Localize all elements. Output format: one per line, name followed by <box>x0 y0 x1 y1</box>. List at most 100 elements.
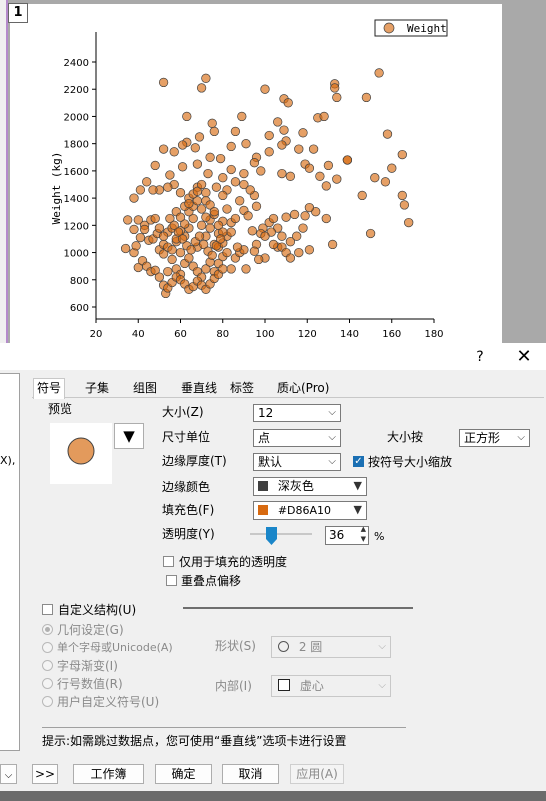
data-point[interactable] <box>327 239 338 250</box>
close-icon[interactable]: ✕ <box>512 346 536 368</box>
data-point[interactable] <box>399 200 410 210</box>
data-point[interactable] <box>321 213 331 224</box>
radio-geometric[interactable] <box>42 624 53 635</box>
data-point[interactable] <box>232 242 243 252</box>
cancel-button[interactable]: 取消 <box>222 764 279 784</box>
shape-combo[interactable]: 2 圆 ⌵ <box>271 636 391 658</box>
data-point[interactable] <box>184 253 194 263</box>
data-point[interactable] <box>298 223 308 233</box>
data-point[interactable] <box>218 264 228 274</box>
data-point[interactable] <box>123 215 133 225</box>
data-point[interactable] <box>323 160 334 171</box>
data-point[interactable] <box>321 181 331 191</box>
data-point[interactable] <box>158 144 169 154</box>
data-point[interactable] <box>319 111 329 122</box>
data-point[interactable] <box>226 164 236 175</box>
data-point[interactable] <box>196 83 207 93</box>
data-point[interactable] <box>211 182 222 192</box>
transparency-spinner[interactable]: 36 ▲ ▼ <box>325 524 369 545</box>
data-point[interactable] <box>129 224 139 235</box>
data-point[interactable] <box>239 168 249 179</box>
data-point[interactable] <box>298 128 308 138</box>
data-point[interactable] <box>154 272 165 282</box>
data-point[interactable] <box>268 213 279 224</box>
data-point[interactable] <box>332 92 342 103</box>
data-point[interactable] <box>330 83 340 93</box>
tab-centroid[interactable]: 质心(Pro) <box>274 379 332 397</box>
data-point[interactable] <box>279 125 289 135</box>
data-point[interactable] <box>196 220 207 230</box>
more-button[interactable]: >> <box>32 764 58 784</box>
data-point[interactable] <box>387 163 397 173</box>
data-point[interactable] <box>175 188 186 198</box>
data-point[interactable] <box>249 246 260 256</box>
data-point[interactable] <box>205 223 215 233</box>
custom-construction-checkbox[interactable] <box>42 604 53 615</box>
data-point[interactable] <box>177 140 188 150</box>
data-point[interactable] <box>285 253 296 263</box>
scale-with-symbol-checkbox[interactable]: ✓ <box>353 456 364 467</box>
size-unit-combo[interactable]: 点 ⌵ <box>253 429 341 447</box>
tab-drop-lines[interactable]: 垂直线 <box>178 379 220 397</box>
legend[interactable]: Weight <box>374 19 448 37</box>
data-point[interactable] <box>196 204 207 214</box>
data-point[interactable] <box>165 170 175 180</box>
data-point[interactable] <box>150 160 160 171</box>
data-point[interactable] <box>304 163 315 173</box>
data-point[interactable] <box>277 140 287 150</box>
radio-single-char[interactable] <box>42 642 53 653</box>
transparency-slider-track[interactable] <box>250 533 312 535</box>
data-point[interactable] <box>357 190 367 201</box>
apply-button[interactable]: 应用(A) <box>290 764 344 784</box>
help-icon[interactable]: ? <box>470 347 490 367</box>
data-point[interactable] <box>268 239 279 250</box>
data-point[interactable] <box>163 266 173 277</box>
data-point[interactable] <box>226 264 236 274</box>
workbook-button[interactable]: 工作簿 <box>73 764 144 784</box>
data-point[interactable] <box>154 223 165 233</box>
data-point[interactable] <box>175 247 186 258</box>
data-point[interactable] <box>382 129 393 139</box>
data-point[interactable] <box>207 118 217 128</box>
data-point[interactable] <box>380 177 391 187</box>
data-point[interactable] <box>294 144 304 154</box>
data-point[interactable] <box>158 77 169 88</box>
scatter-plot[interactable]: 20 40 60 80 100 120 140 160 180 600 800 1000 1200 140… <box>0 0 546 343</box>
data-point[interactable] <box>215 153 226 164</box>
data-point[interactable] <box>273 117 283 127</box>
data-point[interactable] <box>169 147 179 157</box>
data-point[interactable] <box>260 231 270 241</box>
data-point[interactable] <box>163 182 173 192</box>
data-point[interactable] <box>260 84 270 94</box>
data-point[interactable] <box>222 204 232 214</box>
data-point[interactable] <box>251 201 262 211</box>
data-point[interactable] <box>129 193 139 203</box>
data-point[interactable] <box>209 207 219 217</box>
spinner-arrows-icon[interactable]: ▲ ▼ <box>361 524 366 544</box>
data-point[interactable] <box>289 209 300 220</box>
data-point[interactable] <box>239 179 249 190</box>
data-point[interactable] <box>192 159 203 169</box>
data-point[interactable] <box>277 168 287 179</box>
data-point[interactable] <box>201 73 211 83</box>
edge-color-combo[interactable]: 深灰色 ▼ <box>253 477 367 496</box>
data-point[interactable] <box>230 126 241 137</box>
data-point[interactable] <box>209 126 219 137</box>
data-point[interactable] <box>139 224 150 235</box>
data-point[interactable] <box>264 147 274 157</box>
data-point[interactable] <box>249 158 260 168</box>
data-point[interactable] <box>177 162 188 172</box>
data-point[interactable] <box>374 68 384 78</box>
size-combo[interactable]: 12 ⌵ <box>253 404 341 422</box>
data-point[interactable] <box>226 141 236 152</box>
data-point[interactable] <box>131 241 141 251</box>
radio-letter-increment[interactable] <box>42 660 53 671</box>
data-point[interactable] <box>215 234 226 244</box>
data-point[interactable] <box>230 213 241 224</box>
tab-group[interactable]: 组图 <box>130 379 160 397</box>
tab-label[interactable]: 标签 <box>227 379 257 397</box>
tab-symbol[interactable]: 符号 <box>33 378 66 399</box>
data-point[interactable] <box>190 143 200 153</box>
data-point[interactable] <box>304 202 315 213</box>
data-point[interactable] <box>205 152 215 162</box>
